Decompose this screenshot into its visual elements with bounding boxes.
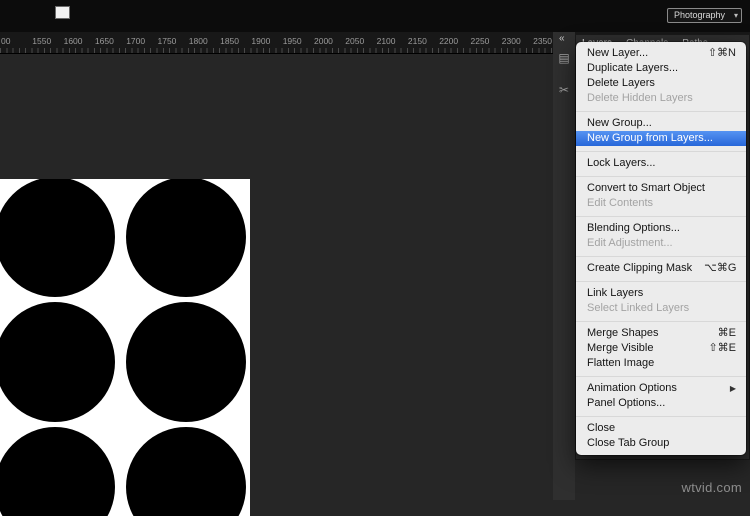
black-circle-shape [126, 179, 246, 297]
menu-item-lock-layers[interactable]: Lock Layers... [576, 156, 746, 171]
black-circle-shape [0, 427, 115, 516]
menu-item-merge-shapes[interactable]: Merge Shapes ⌘E [576, 326, 746, 341]
menu-separator [576, 175, 746, 177]
menu-item-label: Lock Layers... [587, 157, 656, 169]
menu-item-convert-to-smart-object[interactable]: Convert to Smart Object [576, 181, 746, 196]
menu-item-blending-options[interactable]: Blending Options... [576, 221, 746, 236]
black-circle-shape [0, 302, 115, 422]
workspace-label: Photography [673, 10, 725, 20]
ruler-label-2000: 2000 [314, 36, 333, 46]
menu-item-shortcut: ⇧⌘E [708, 342, 736, 354]
ruler-label-2300: 2300 [501, 36, 521, 46]
menu-item-delete-hidden-layers: Delete Hidden Layers [576, 91, 746, 106]
menu-item-edit-adjustment: Edit Adjustment... [576, 236, 746, 251]
application-top-bar: Photography ▾ [0, 0, 750, 32]
menu-separator [576, 215, 746, 217]
menu-item-label: Edit Adjustment... [587, 237, 673, 249]
workspace-switcher[interactable]: Photography ▾ [666, 8, 742, 23]
menu-item-label: New Group... [587, 117, 652, 129]
menu-separator [576, 415, 746, 417]
black-circle-shape [0, 179, 115, 297]
menu-item-edit-contents: Edit Contents [576, 196, 746, 211]
menu-item-shortcut: ⇧⌘N [707, 47, 736, 59]
menu-item-label: Delete Layers [587, 77, 655, 89]
menu-item-label: Flatten Image [587, 357, 655, 369]
menu-item-duplicate-layers[interactable]: Duplicate Layers... [576, 61, 746, 76]
menu-item-link-layers[interactable]: Link Layers [576, 286, 746, 301]
ruler-label-1550: 1550 [32, 36, 52, 46]
menu-separator [576, 320, 746, 322]
ruler-label-1700: 1700 [126, 36, 146, 46]
menu-separator [576, 375, 746, 377]
menu-item-label: Convert to Smart Object [587, 182, 705, 194]
menu-item-select-linked-layers: Select Linked Layers [576, 301, 746, 316]
panel-dock-strip: « ▤ ✂ [553, 32, 575, 500]
scissors-icon[interactable]: ✂ [553, 78, 575, 102]
menu-item-label: Delete Hidden Layers [587, 92, 693, 104]
black-circle-shape [126, 427, 246, 516]
collapse-panels-icon[interactable]: « [559, 33, 565, 44]
ruler-label-2350: 2350 [533, 36, 553, 46]
menu-item-label: Duplicate Layers... [587, 62, 679, 74]
menu-item-label: Close Tab Group [587, 437, 670, 449]
menu-item-close[interactable]: Close [576, 421, 746, 436]
ruler-label-1800: 1800 [188, 36, 208, 46]
ruler-label-1950: 1950 [282, 36, 302, 46]
menu-item-delete-layers[interactable]: Delete Layers [576, 76, 746, 91]
menu-item-new-layer[interactable]: New Layer... ⇧⌘N [576, 46, 746, 61]
menu-item-label: New Layer... [587, 47, 649, 59]
menu-item-label: Edit Contents [587, 197, 654, 209]
tool-preset-swatch [55, 6, 70, 19]
ruler-label-00: 00 [1, 36, 11, 46]
ruler-label-2150: 2150 [407, 36, 427, 46]
document-canvas[interactable] [0, 179, 250, 516]
ruler-label-1650: 1650 [94, 36, 114, 46]
menu-item-label: Close [587, 422, 616, 434]
chevron-down-icon: ▾ [733, 11, 738, 20]
menu-separator [576, 280, 746, 282]
ruler-label-1850: 1850 [220, 36, 240, 46]
watermark-text: wtvid.com [681, 480, 742, 495]
menu-item-label: Create Clipping Mask [587, 262, 693, 274]
layers-panel-flyout-menu: New Layer... ⇧⌘N Duplicate Layers... Delete… [576, 42, 746, 455]
menu-item-shortcut: ⌥⌘G [704, 262, 737, 274]
menu-separator [576, 110, 746, 112]
menu-item-label: Blending Options... [587, 222, 680, 234]
menu-item-label: Select Linked Layers [587, 302, 690, 314]
ruler-label-1600: 1600 [63, 36, 83, 46]
ruler-label-2050: 2050 [345, 36, 365, 46]
menu-item-panel-options[interactable]: Panel Options... [576, 396, 746, 411]
ruler-label-1750: 1750 [157, 36, 177, 46]
menu-separator [576, 150, 746, 152]
menu-item-new-group-from-layers[interactable]: New Group from Layers... [576, 131, 746, 146]
menu-item-label: Merge Shapes [587, 327, 659, 339]
menu-item-flatten-image[interactable]: Flatten Image [576, 356, 746, 371]
layers-panel-icon[interactable]: ▤ [553, 46, 575, 70]
menu-item-label: New Group from Layers... [587, 132, 713, 144]
menu-item-animation-options[interactable]: Animation Options ▶ [576, 381, 746, 396]
menu-item-close-tab-group[interactable]: Close Tab Group [576, 436, 746, 451]
ruler-label-2200: 2200 [439, 36, 459, 46]
submenu-arrow-icon: ▶ [729, 384, 736, 393]
ruler-label-2100: 2100 [376, 36, 396, 46]
menu-item-new-group[interactable]: New Group... [576, 116, 746, 131]
menu-item-label: Panel Options... [587, 397, 666, 409]
menu-item-merge-visible[interactable]: Merge Visible ⇧⌘E [576, 341, 746, 356]
menu-item-label: Merge Visible [587, 342, 654, 354]
ruler-label-2250: 2250 [470, 36, 490, 46]
menu-item-create-clipping-mask[interactable]: Create Clipping Mask ⌥⌘G [576, 261, 746, 276]
menu-item-label: Animation Options [587, 382, 677, 394]
menu-item-shortcut: ⌘E [717, 327, 736, 339]
black-circle-shape [126, 302, 246, 422]
menu-separator [576, 255, 746, 257]
menu-item-label: Link Layers [587, 287, 644, 299]
ruler-label-1900: 1900 [251, 36, 271, 46]
